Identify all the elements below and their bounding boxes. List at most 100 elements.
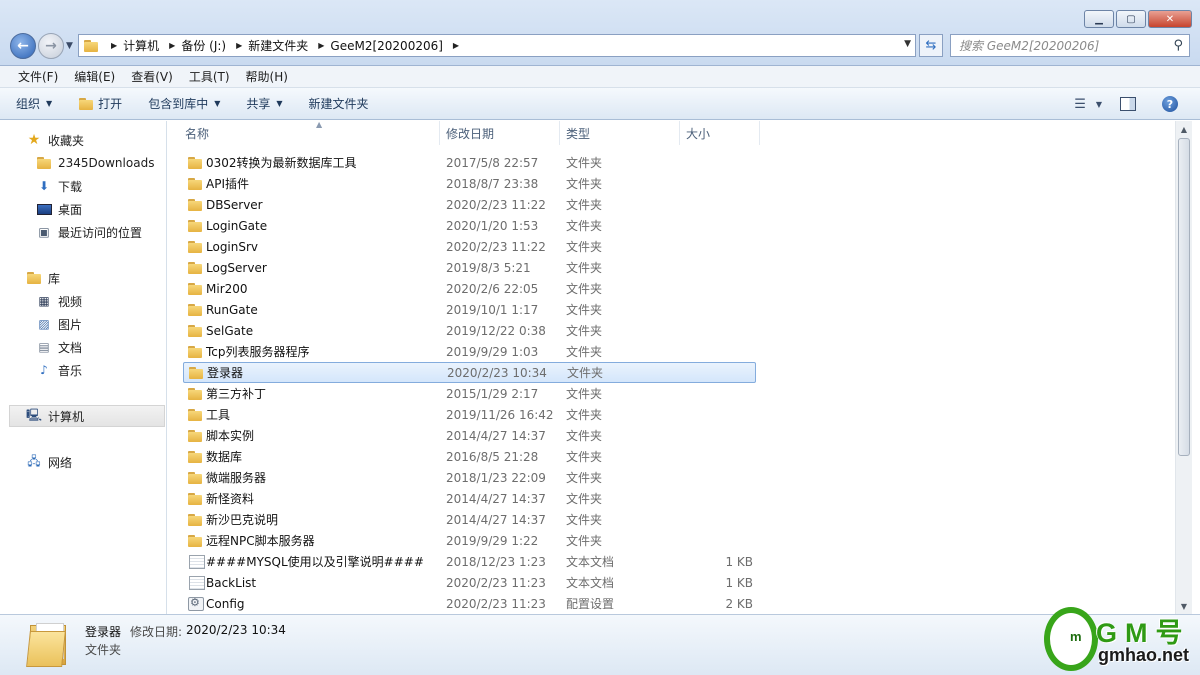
file-row[interactable]: LoginSrv 2020/2/23 11:22 文件夹 [183,236,756,257]
details-date-value: 2020/2/23 10:34 [186,623,286,637]
nav-recent[interactable]: ▣ 最近访问的位置 [36,221,164,243]
nav-music[interactable]: ♪ 音乐 [36,359,164,381]
file-row[interactable]: 微端服务器 2018/1/23 22:09 文件夹 [183,467,756,488]
forward-button[interactable]: → [38,33,64,59]
column-header-size[interactable]: 大小 [680,121,760,145]
chevron-right-icon: ▶ [452,41,460,50]
file-row[interactable]: RunGate 2019/10/1 1:17 文件夹 [183,299,756,320]
vertical-scrollbar[interactable]: ▲ ▼ [1175,121,1192,614]
file-row[interactable]: LogServer 2019/8/3 5:21 文件夹 [183,257,756,278]
download-icon: ⬇ [38,179,50,193]
breadcrumb-computer[interactable]: ▶ 计算机 [101,35,159,56]
refresh-button[interactable]: ⇆ [919,34,943,57]
menu-edit[interactable]: 编辑(E) [66,68,123,85]
nav-downloads[interactable]: ⬇ 下载 [36,175,164,197]
file-row[interactable]: SelGate 2019/12/22 0:38 文件夹 [183,320,756,341]
back-button[interactable]: ← [10,33,36,59]
file-row[interactable]: 新沙巴克说明 2014/4/27 14:37 文件夹 [183,509,756,530]
nav-computer[interactable]: 🖳 计算机 [9,405,165,427]
file-modified-date: 2020/1/20 1:53 [446,218,539,233]
file-row[interactable]: API插件 2018/8/7 23:38 文件夹 [183,173,756,194]
search-icon[interactable]: ⚲ [1173,38,1183,53]
column-header-name[interactable]: 名称 ▲ [179,121,440,145]
menu-view[interactable]: 查看(V) [123,68,181,85]
file-type: 文件夹 [566,450,603,464]
file-row[interactable]: 远程NPC脚本服务器 2019/9/29 1:22 文件夹 [183,530,756,551]
include-in-library-button[interactable]: 包含到库中 ▼ [148,95,220,112]
folder-icon [187,261,203,275]
folder-icon [36,155,52,171]
menu-file[interactable]: 文件(F) [10,68,66,85]
file-modified-date: 2019/9/29 1:03 [446,344,539,359]
file-name: 登录器 [207,366,244,380]
scroll-up-icon[interactable]: ▲ [1176,121,1192,137]
file-list: 名称 ▲ 修改日期 类型 大小 0302转换为最新数据库工具 2017/5/8 2… [167,121,1175,614]
nav-libraries[interactable]: 库 [26,267,164,289]
nav-2345downloads[interactable]: 2345Downloads [36,152,164,174]
nav-favorites[interactable]: ★ 收藏夹 [26,129,164,151]
recent-pages-dropdown[interactable]: ▼ [66,41,73,51]
open-folder-icon [78,97,94,111]
view-options-button[interactable]: ☰ ▼ [1074,97,1102,112]
file-row[interactable]: 工具 2019/11/26 16:42 文件夹 [183,404,756,425]
new-folder-button[interactable]: 新建文件夹 [309,95,369,112]
address-dropdown-icon[interactable]: ▼ [904,39,911,49]
file-row[interactable]: 0302转换为最新数据库工具 2017/5/8 22:57 文件夹 [183,152,756,173]
folder-icon [187,513,203,527]
open-button[interactable]: 打开 [78,95,122,112]
file-row[interactable]: 登录器 2020/2/23 10:34 文件夹 [183,362,756,383]
file-name: 新沙巴克说明 [206,513,279,527]
file-row[interactable]: 脚本实例 2014/4/27 14:37 文件夹 [183,425,756,446]
chevron-right-icon: ▶ [318,41,325,50]
star-icon: ★ [27,132,41,148]
column-header-date[interactable]: 修改日期 [440,121,560,145]
file-modified-date: 2020/2/23 11:23 [446,596,546,611]
breadcrumb-current[interactable]: ▶ GeeM2[20200206] ▶ [308,35,465,56]
menu-tools[interactable]: 工具(T) [181,68,238,85]
nav-documents[interactable]: ▤ 文档 [36,336,164,358]
maximize-button[interactable]: ▢ [1116,10,1146,28]
close-button[interactable]: ✕ [1148,10,1192,28]
file-row[interactable]: ####MYSQL使用以及引擎说明#### 2018/12/23 1:23 文本文档… [183,551,756,572]
breadcrumb-folder[interactable]: ▶ 新建文件夹 [226,35,308,56]
breadcrumb-drive[interactable]: ▶ 备份 (J:) [159,35,226,56]
share-button[interactable]: 共享 ▼ [246,95,282,112]
file-row[interactable]: 新怪资料 2014/4/27 14:37 文件夹 [183,488,756,509]
column-header-type[interactable]: 类型 [560,121,680,145]
file-row[interactable]: BackList 2020/2/23 11:23 文本文档 1 KB [183,572,756,593]
nav-videos[interactable]: ▦ 视频 [36,290,164,312]
nav-network[interactable]: 🖧 网络 [26,451,164,473]
text-document-icon [189,554,205,569]
nav-desktop[interactable]: 桌面 [36,198,164,220]
file-type: 文件夹 [566,219,603,233]
folder-icon [187,240,203,254]
address-bar[interactable]: ▶ 计算机 ▶ 备份 (J:) ▶ 新建文件夹 ▶ GeeM2[20200206… [78,34,916,57]
folder-icon [187,303,203,317]
file-type: 文件夹 [566,324,603,338]
chevron-down-icon: ▼ [276,99,283,108]
file-row[interactable]: 第三方补丁 2015/1/29 2:17 文件夹 [183,383,756,404]
file-row[interactable]: 数据库 2016/8/5 21:28 文件夹 [183,446,756,467]
file-row[interactable]: Config 2020/2/23 11:23 配置设置 2 KB [183,593,756,614]
minimize-button[interactable]: ▁ [1084,10,1114,28]
file-modified-date: 2019/11/26 16:42 [446,407,554,422]
folder-icon [187,534,203,548]
help-icon[interactable]: ? [1162,96,1178,112]
file-modified-date: 2020/2/6 22:05 [446,281,539,296]
file-name: LogServer [206,260,267,275]
search-input[interactable]: 搜索 GeeM2[20200206] ⚲ [950,34,1190,57]
menu-help[interactable]: 帮助(H) [238,68,296,85]
file-row[interactable]: Mir200 2020/2/6 22:05 文件夹 [183,278,756,299]
nav-pictures[interactable]: ▨ 图片 [36,313,164,335]
preview-pane-button[interactable] [1120,97,1136,111]
file-row[interactable]: LoginGate 2020/1/20 1:53 文件夹 [183,215,756,236]
scrollbar-thumb[interactable] [1178,138,1190,456]
file-row[interactable]: DBServer 2020/2/23 11:22 文件夹 [183,194,756,215]
file-row[interactable]: Tcp列表服务器程序 2019/9/29 1:03 文件夹 [183,341,756,362]
picture-icon: ▨ [38,317,50,331]
file-name: ####MYSQL使用以及引擎说明#### [206,555,424,569]
minimize-icon: ▁ [1095,13,1103,25]
organize-button[interactable]: 组织 ▼ [16,95,52,112]
file-modified-date: 2020/2/23 10:34 [447,365,547,380]
folder-icon [187,345,203,359]
